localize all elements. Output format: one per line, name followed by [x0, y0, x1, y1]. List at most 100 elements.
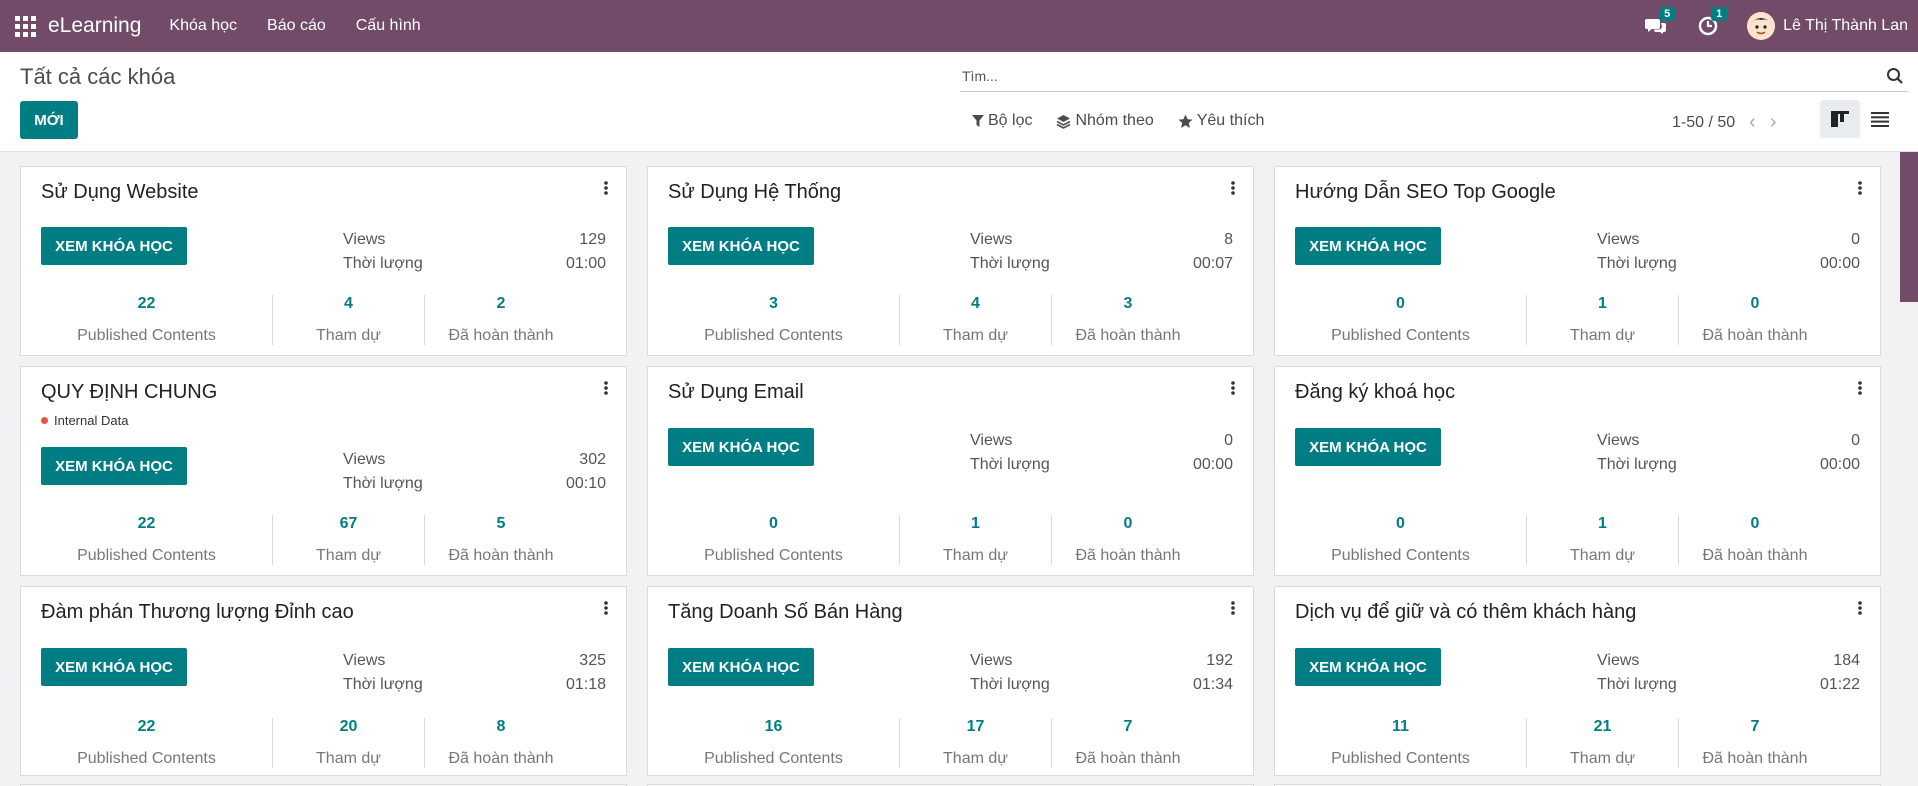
pager-value[interactable]: 1-50 / 50 [1672, 114, 1735, 132]
course-title[interactable]: Sử Dụng Hệ Thống [668, 181, 841, 204]
view-course-button[interactable]: XEM KHÓA HỌC [1295, 227, 1441, 265]
activities-button[interactable]: 1 [1695, 7, 1728, 39]
card-menu-icon[interactable] [1231, 181, 1235, 195]
published-stat[interactable]: 3 Published Contents [648, 295, 900, 345]
card-menu-icon[interactable] [604, 601, 608, 615]
published-stat[interactable]: 0 Published Contents [648, 515, 900, 565]
completed-stat[interactable]: 0 Đã hoàn thành [1679, 295, 1831, 345]
view-course-button[interactable]: XEM KHÓA HỌC [41, 227, 187, 265]
card-menu-icon[interactable] [604, 181, 608, 195]
attendees-stat[interactable]: 1 Tham dự [1527, 295, 1679, 345]
completed-stat[interactable]: 5 Đã hoàn thành [425, 515, 577, 565]
attendees-stat[interactable]: 20 Tham dự [273, 718, 425, 768]
attendees-stat[interactable]: 17 Tham dự [900, 718, 1052, 768]
course-title[interactable]: Sử Dụng Email [668, 381, 804, 404]
view-course-button[interactable]: XEM KHÓA HỌC [668, 648, 814, 686]
search-icon[interactable] [1886, 67, 1904, 85]
course-title[interactable]: Dịch vụ để giữ và có thêm khách hàng [1295, 601, 1636, 624]
app-brand[interactable]: eLearning [48, 14, 141, 38]
view-course-button[interactable]: XEM KHÓA HỌC [1295, 428, 1441, 466]
published-value[interactable]: 22 [138, 515, 156, 533]
course-card[interactable]: Đăng ký khoá học XEM KHÓA HỌC Views 0 Th… [1274, 366, 1881, 576]
completed-stat[interactable]: 7 Đã hoàn thành [1679, 718, 1831, 768]
list-view-button[interactable] [1860, 100, 1900, 138]
attendees-value[interactable]: 4 [344, 295, 353, 313]
published-value[interactable]: 3 [769, 295, 778, 313]
completed-stat[interactable]: 2 Đã hoàn thành [425, 295, 577, 345]
completed-value[interactable]: 5 [497, 515, 506, 533]
course-title[interactable]: Đăng ký khoá học [1295, 381, 1455, 404]
view-course-button[interactable]: XEM KHÓA HỌC [668, 428, 814, 466]
course-title[interactable]: QUY ĐỊNH CHUNG [41, 381, 217, 404]
published-stat[interactable]: 22 Published Contents [21, 515, 273, 565]
attendees-value[interactable]: 1 [1598, 295, 1607, 313]
published-value[interactable]: 11 [1392, 718, 1409, 736]
menu-configuration[interactable]: Cấu hình [356, 17, 421, 35]
scrollbar[interactable] [1900, 152, 1918, 786]
completed-value[interactable]: 0 [1751, 295, 1760, 313]
course-title[interactable]: Hướng Dẫn SEO Top Google [1295, 181, 1556, 204]
kanban-view-button[interactable] [1820, 100, 1860, 138]
attendees-value[interactable]: 67 [340, 515, 358, 533]
completed-value[interactable]: 7 [1124, 718, 1133, 736]
attendees-stat[interactable]: 21 Tham dự [1527, 718, 1679, 768]
completed-value[interactable]: 0 [1751, 515, 1760, 533]
completed-stat[interactable]: 7 Đã hoàn thành [1052, 718, 1204, 768]
card-menu-icon[interactable] [604, 381, 608, 395]
published-value[interactable]: 22 [138, 718, 156, 736]
published-value[interactable]: 0 [1396, 295, 1405, 313]
view-course-button[interactable]: XEM KHÓA HỌC [1295, 648, 1441, 686]
pager-next-icon[interactable]: › [1770, 111, 1777, 134]
course-title[interactable]: Đàm phán Thương lượng Đỉnh cao [41, 601, 354, 624]
published-value[interactable]: 22 [138, 295, 156, 313]
scrollbar-thumb[interactable] [1900, 152, 1918, 302]
course-card[interactable]: Sử Dụng Hệ Thống XEM KHÓA HỌC Views 8 Th… [647, 166, 1254, 356]
completed-value[interactable]: 0 [1124, 515, 1133, 533]
group-by-button[interactable]: Nhóm theo [1056, 112, 1154, 130]
new-button[interactable]: MỚI [20, 101, 78, 139]
completed-value[interactable]: 3 [1124, 295, 1133, 313]
completed-stat[interactable]: 3 Đã hoàn thành [1052, 295, 1204, 345]
view-course-button[interactable]: XEM KHÓA HỌC [668, 227, 814, 265]
menu-reports[interactable]: Báo cáo [267, 17, 326, 35]
completed-stat[interactable]: 0 Đã hoàn thành [1679, 515, 1831, 565]
attendees-stat[interactable]: 4 Tham dự [900, 295, 1052, 345]
view-course-button[interactable]: XEM KHÓA HỌC [41, 648, 187, 686]
messages-button[interactable]: 5 [1643, 7, 1676, 39]
published-stat[interactable]: 11 Published Contents [1275, 718, 1527, 768]
course-card[interactable]: Hướng Dẫn SEO Top Google XEM KHÓA HỌC Vi… [1274, 166, 1881, 356]
search-input[interactable] [960, 62, 1860, 90]
attendees-value[interactable]: 20 [340, 718, 358, 736]
completed-value[interactable]: 7 [1751, 718, 1760, 736]
published-value[interactable]: 0 [769, 515, 778, 533]
card-menu-icon[interactable] [1231, 381, 1235, 395]
course-card[interactable]: Sử Dụng Website XEM KHÓA HỌC Views 129 T… [20, 166, 627, 356]
user-menu[interactable]: Lê Thị Thành Lan [1747, 12, 1908, 40]
view-course-button[interactable]: XEM KHÓA HỌC [41, 447, 187, 485]
favorites-button[interactable]: Yêu thích [1178, 112, 1264, 130]
attendees-value[interactable]: 1 [971, 515, 980, 533]
attendees-value[interactable]: 17 [967, 718, 985, 736]
published-stat[interactable]: 0 Published Contents [1275, 515, 1527, 565]
completed-value[interactable]: 8 [497, 718, 506, 736]
course-card[interactable]: QUY ĐỊNH CHUNG Internal Data XEM KHÓA HỌ… [20, 366, 627, 576]
attendees-stat[interactable]: 1 Tham dự [900, 515, 1052, 565]
published-stat[interactable]: 0 Published Contents [1275, 295, 1527, 345]
published-stat[interactable]: 22 Published Contents [21, 295, 273, 345]
menu-courses[interactable]: Khóa học [169, 17, 237, 35]
attendees-value[interactable]: 4 [971, 295, 980, 313]
published-stat[interactable]: 16 Published Contents [648, 718, 900, 768]
pager-previous-icon[interactable]: ‹ [1749, 111, 1756, 134]
completed-stat[interactable]: 8 Đã hoàn thành [425, 718, 577, 768]
completed-value[interactable]: 2 [497, 295, 506, 313]
course-title[interactable]: Tăng Doanh Số Bán Hàng [668, 601, 903, 624]
card-menu-icon[interactable] [1231, 601, 1235, 615]
completed-stat[interactable]: 0 Đã hoàn thành [1052, 515, 1204, 565]
attendees-value[interactable]: 21 [1594, 718, 1612, 736]
attendees-stat[interactable]: 67 Tham dự [273, 515, 425, 565]
published-value[interactable]: 0 [1396, 515, 1405, 533]
apps-menu-icon[interactable] [14, 15, 36, 37]
attendees-value[interactable]: 1 [1598, 515, 1607, 533]
course-card[interactable]: Dịch vụ để giữ và có thêm khách hàng XEM… [1274, 586, 1881, 776]
attendees-stat[interactable]: 1 Tham dự [1527, 515, 1679, 565]
